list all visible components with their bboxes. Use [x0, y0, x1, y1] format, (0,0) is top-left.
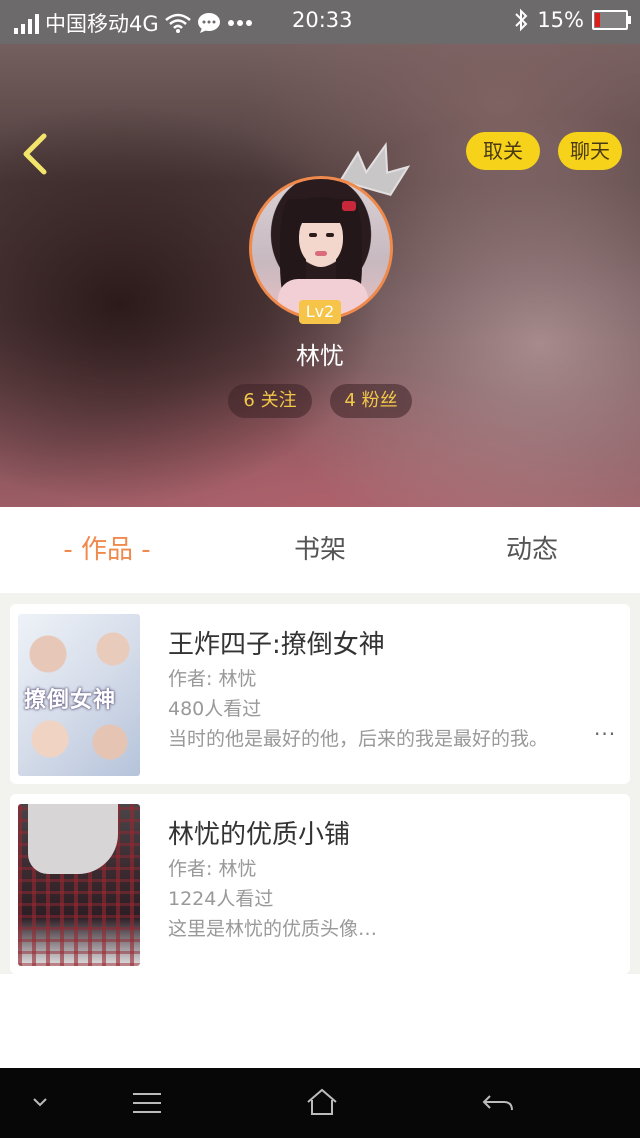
- list-item[interactable]: 林忧的优质小铺 作者: 林忧 1224人看过 这里是林忧的优质头像…: [10, 794, 630, 974]
- book-cover: 撩倒女神: [18, 614, 140, 776]
- tab-works-dash-left: -: [63, 535, 81, 565]
- fans-count[interactable]: 4 粉丝: [330, 384, 412, 418]
- menu-icon[interactable]: [117, 1068, 177, 1138]
- more-dots-icon: [227, 20, 252, 26]
- work-title: 王炸四子:撩倒女神: [168, 630, 385, 660]
- tab-works[interactable]: - 作品 -: [40, 507, 174, 593]
- work-views: 480人看过: [168, 698, 262, 720]
- status-right: 15%: [513, 8, 631, 32]
- navigation-bar: [0, 1068, 640, 1138]
- back-arrow-icon[interactable]: [468, 1068, 528, 1138]
- username: 林忧: [296, 342, 344, 370]
- tab-works-dash-right: -: [133, 535, 151, 565]
- chat-button[interactable]: 聊天: [558, 132, 622, 170]
- status-bar: 中国移动4G 20:33 15%: [0, 0, 640, 44]
- battery-percent: 15%: [537, 8, 584, 32]
- level-badge: Lv2: [299, 300, 341, 324]
- work-author: 作者: 林忧: [168, 858, 257, 880]
- tab-bookshelf[interactable]: 书架: [260, 507, 380, 593]
- work-views: 1224人看过: [168, 888, 274, 910]
- wifi-icon: [164, 13, 191, 33]
- bluetooth-icon: [515, 8, 528, 32]
- home-icon[interactable]: [292, 1068, 352, 1138]
- cover-title: 撩倒女神: [24, 688, 117, 713]
- signal-icon: [14, 12, 39, 34]
- list-item[interactable]: 撩倒女神 王炸四子:撩倒女神 作者: 林忧 480人看过 当时的他是最好的他，后…: [10, 604, 630, 784]
- work-description: 当时的他是最好的他，后来的我是最好的我。: [168, 728, 549, 750]
- battery-icon: [592, 10, 631, 30]
- book-cover: [18, 804, 140, 966]
- profile-header: 取关 聊天 Lv2 林忧 6 关注 4 粉丝: [0, 44, 640, 507]
- following-count[interactable]: 6 关注: [228, 384, 312, 418]
- chat-bubble-icon: [197, 13, 220, 33]
- work-title: 林忧的优质小铺: [168, 820, 351, 850]
- status-left: 中国移动4G: [14, 8, 253, 38]
- tab-works-label: 作品: [80, 535, 133, 565]
- more-icon: ···: [594, 722, 617, 746]
- battery-level: [595, 13, 600, 27]
- chevron-left-icon[interactable]: [18, 132, 58, 176]
- clock: 20:33: [292, 8, 353, 32]
- avatar[interactable]: [249, 176, 393, 320]
- carrier-label: 中国移动4G: [45, 12, 159, 36]
- chevron-down-icon[interactable]: [10, 1068, 70, 1138]
- unfollow-button[interactable]: 取关: [466, 132, 540, 170]
- empty-area: [0, 974, 640, 1068]
- work-author: 作者: 林忧: [168, 668, 257, 690]
- tab-feed[interactable]: 动态: [472, 507, 592, 593]
- work-description: 这里是林忧的优质头像…: [168, 918, 378, 940]
- tab-bar: - 作品 - 书架 动态: [0, 507, 640, 593]
